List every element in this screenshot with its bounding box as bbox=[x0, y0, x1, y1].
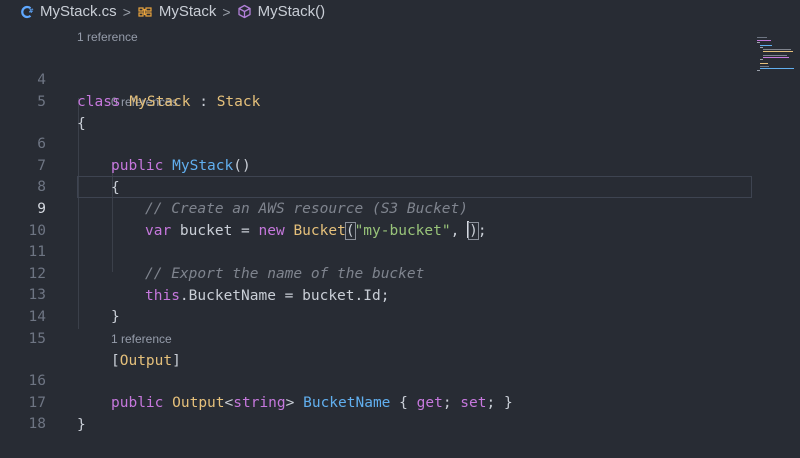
code-line[interactable]: 14 bbox=[0, 284, 800, 325]
code-line[interactable]: 12 this.BucketName = bucket.Id; bbox=[0, 241, 800, 304]
code-line[interactable]: 18 bbox=[0, 391, 800, 432]
breadcrumb-file-label: MyStack.cs bbox=[40, 3, 117, 20]
breadcrumb-separator: > bbox=[222, 3, 231, 20]
class-icon bbox=[137, 5, 153, 19]
code-line[interactable]: 6 public MyStack() bbox=[0, 111, 800, 174]
code-line[interactable]: 7 { bbox=[0, 133, 800, 196]
code-editor[interactable]: 1 reference 0 references 1 reference 4 c… bbox=[0, 23, 800, 433]
breadcrumb: # MyStack.cs > MyStack > MyStack() bbox=[0, 0, 800, 23]
codelens-references[interactable]: 1 reference bbox=[77, 29, 138, 45]
line-number: 5 bbox=[37, 94, 46, 110]
breadcrumb-separator: > bbox=[122, 3, 131, 20]
breadcrumb-item-file[interactable]: # MyStack.cs bbox=[20, 3, 117, 20]
method-cube-icon bbox=[237, 4, 252, 19]
code-text: class MyStack : Stack bbox=[77, 94, 261, 110]
code-line[interactable]: 13 } bbox=[0, 262, 800, 325]
code-line[interactable]: 17 } bbox=[0, 370, 800, 433]
breadcrumb-method-label: MyStack() bbox=[257, 3, 326, 20]
code-line[interactable]: 4 class MyStack : Stack bbox=[0, 47, 800, 110]
code-line[interactable]: 11 // Export the name of the bucket bbox=[0, 219, 800, 282]
svg-text:#: # bbox=[29, 8, 34, 15]
code-line[interactable]: 5 { bbox=[0, 69, 800, 132]
code-text: } bbox=[77, 417, 86, 433]
code-line[interactable]: 10 bbox=[0, 198, 800, 239]
codelens-references[interactable]: 1 reference bbox=[111, 331, 172, 347]
code-line-active[interactable]: 9 var bucket = new Bucket("my-bucket", )… bbox=[0, 176, 800, 240]
breadcrumb-class-label: MyStack bbox=[158, 3, 217, 20]
code-line[interactable]: 8 // Create an AWS resource (S3 Bucket) bbox=[0, 154, 800, 217]
code-line[interactable]: 16 public Output<string> BucketName { ge… bbox=[0, 348, 800, 411]
breadcrumb-item-class[interactable]: MyStack bbox=[137, 3, 217, 20]
csharp-file-icon: # bbox=[20, 5, 34, 19]
line-number: 15 bbox=[28, 331, 46, 347]
code-line[interactable]: 15 [Output] bbox=[0, 306, 800, 369]
line-number: 18 bbox=[28, 416, 46, 432]
minimap[interactable] bbox=[755, 37, 800, 87]
breadcrumb-item-method[interactable]: MyStack() bbox=[237, 3, 326, 20]
